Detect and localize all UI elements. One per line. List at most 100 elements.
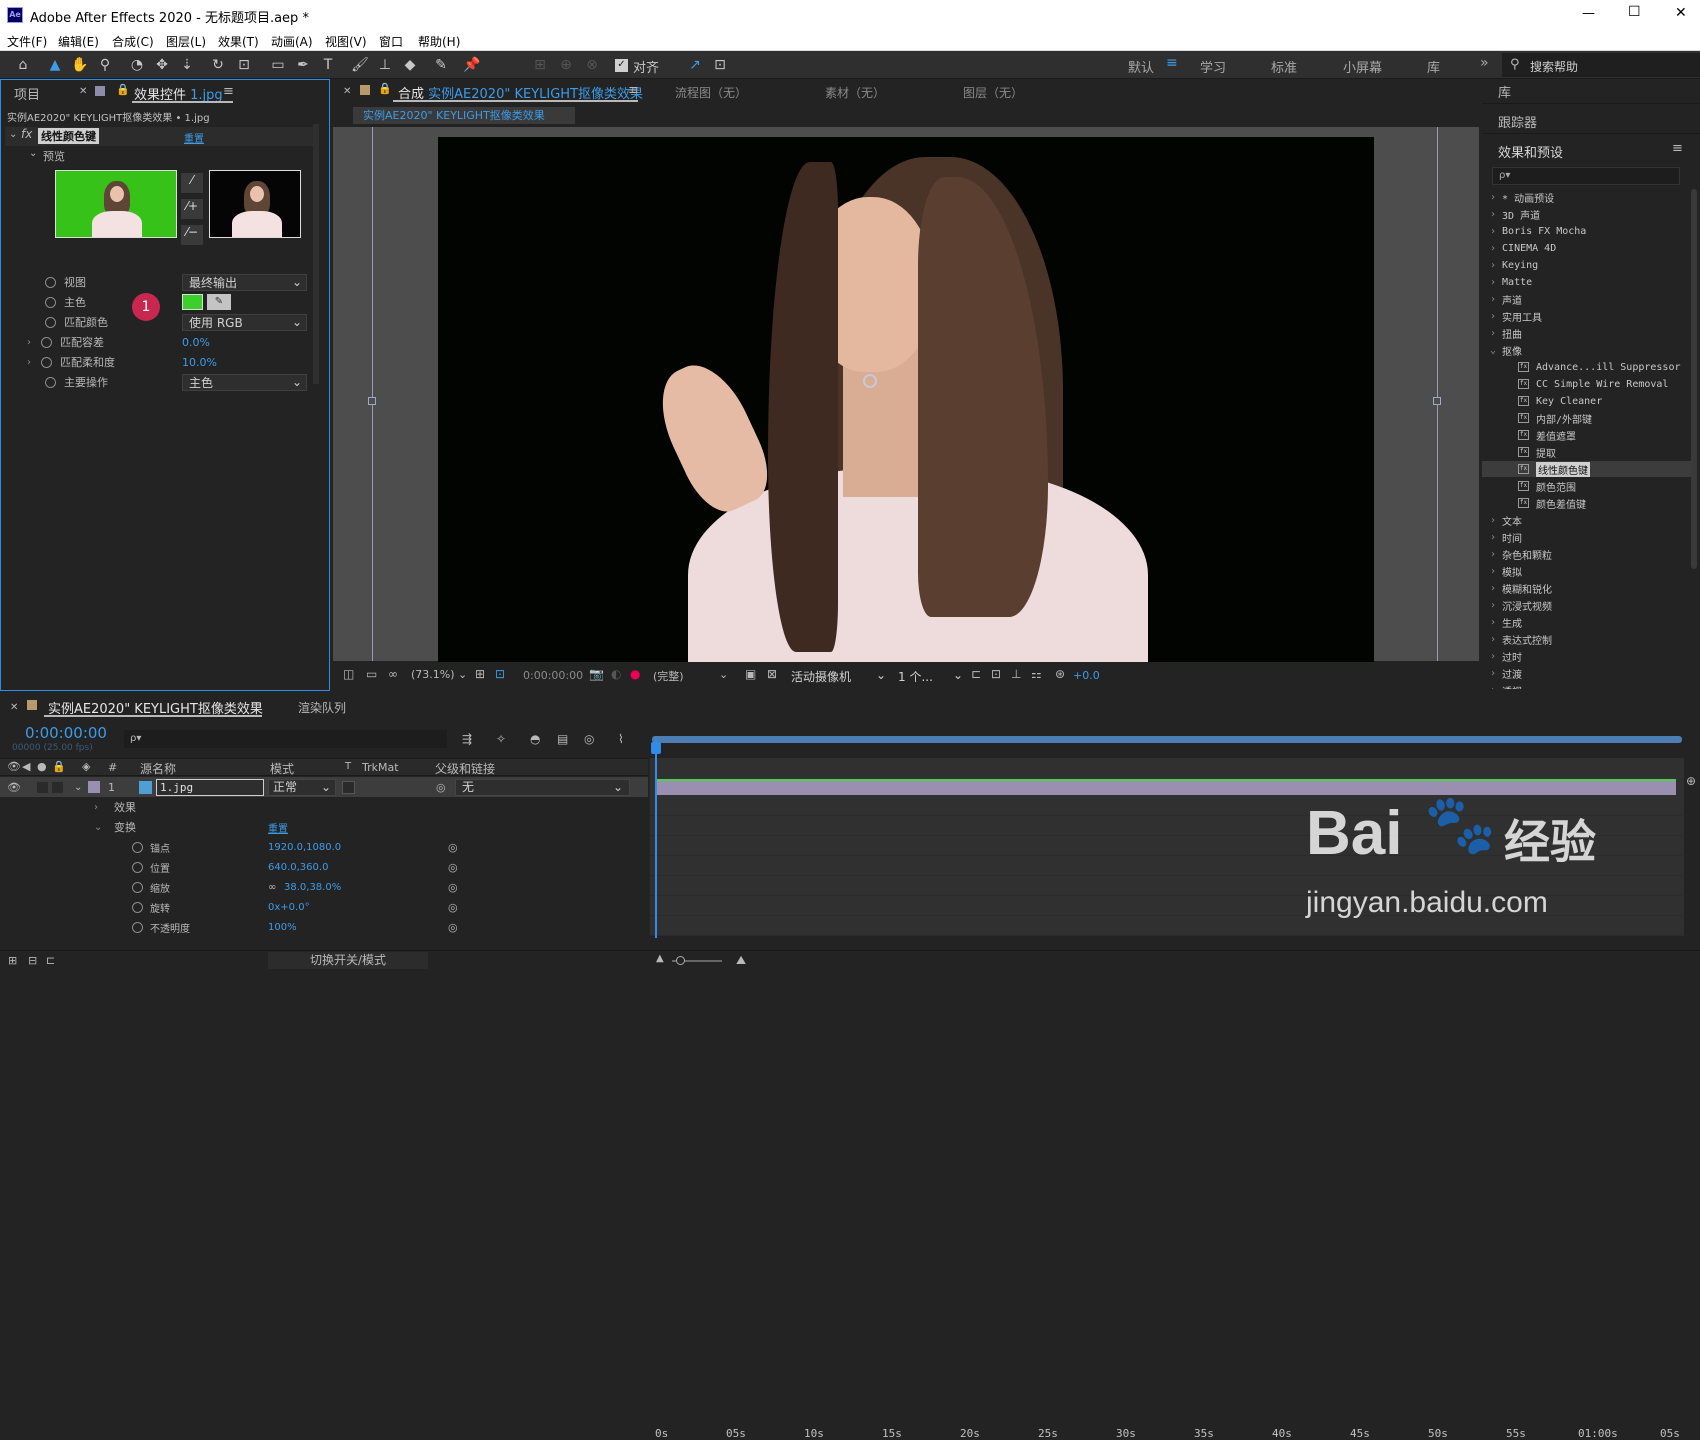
category-generate[interactable]: › 生成 (1490, 614, 1522, 630)
panel-menu-icon[interactable]: ≡ (628, 83, 639, 98)
panel-scrollbar[interactable] (313, 124, 319, 384)
menu-edit[interactable]: 编辑(E) (58, 33, 99, 50)
work-area-bar[interactable] (652, 736, 1682, 743)
comp-flowchart-icon[interactable]: ⊥ (1011, 667, 1021, 681)
reset-exposure-icon[interactable]: ⊛ (1055, 667, 1065, 681)
pen-tool-icon[interactable]: ✒ (293, 55, 313, 75)
parent-dropdown[interactable]: 无 ⌄ (455, 778, 630, 796)
category-immersive-video[interactable]: › 沉浸式视频 (1490, 597, 1552, 613)
audio-icon[interactable]: ◀ (22, 760, 30, 773)
playhead-handle[interactable] (651, 742, 661, 754)
effect-item[interactable]: fx 差值遮罩 (1518, 427, 1576, 443)
fast-preview-icon[interactable]: ▣ (745, 667, 756, 681)
hand-tool-icon[interactable]: ✋ (70, 55, 90, 75)
header-source-name[interactable]: 源名称 (140, 760, 176, 777)
preview-expand-icon[interactable]: ⌄ (29, 148, 37, 159)
category-boris-mocha[interactable]: › Boris FX Mocha (1490, 223, 1586, 239)
exposure-value[interactable]: +0.0 (1073, 669, 1100, 682)
category-keying[interactable]: › Keying (1490, 257, 1538, 273)
category-utility[interactable]: › 实用工具 (1490, 308, 1542, 324)
close-tab-icon[interactable]: ✕ (10, 702, 18, 713)
expand-icon[interactable]: › (27, 357, 31, 368)
home-icon[interactable]: ⌂ (13, 55, 33, 75)
pan-behind-icon[interactable]: ⊡ (234, 55, 254, 75)
workspace-learn[interactable]: 学习 (1200, 57, 1226, 76)
workspace-overflow-icon[interactable]: » (1480, 55, 1489, 71)
transform-reset-link[interactable]: 重置 (268, 820, 288, 835)
effect-item[interactable]: fx CC Simple Wire Removal (1518, 376, 1668, 392)
zoom-in-icon[interactable]: ⛰ (736, 953, 746, 968)
brush-tool-icon[interactable]: 🖌 (350, 55, 370, 75)
key-operation-dropdown[interactable]: 主色 ⌄ (182, 373, 307, 391)
camera-dropdown[interactable]: 活动摄像机 ⌄ (791, 668, 886, 685)
category-time[interactable]: › 时间 (1490, 529, 1522, 545)
collapse-layer-icon[interactable]: ⌄ (74, 782, 82, 793)
tab-flowchart[interactable]: 流程图（无） (675, 84, 747, 101)
stopwatch-icon[interactable] (45, 296, 56, 308)
category-perspective[interactable]: › 透视 (1490, 682, 1522, 690)
pickwhip-icon[interactable]: ◎ (436, 781, 446, 794)
color-eyedropper-button[interactable]: ✎ (207, 294, 231, 310)
zoom-tool-icon[interactable]: ⚲ (95, 55, 115, 75)
comp-subtab[interactable]: 实例AE2020" KEYLIGHT抠像类效果 (353, 107, 575, 124)
fit-icon[interactable]: ⊞ (475, 667, 485, 681)
stopwatch-icon[interactable] (132, 881, 143, 893)
composition-canvas[interactable] (438, 137, 1374, 663)
layer-handle-right[interactable] (1433, 397, 1441, 405)
category-cinema4d[interactable]: › CINEMA 4D (1490, 240, 1556, 256)
category-text[interactable]: › 文本 (1490, 512, 1522, 528)
effect-reset-link[interactable]: 重置 (184, 130, 204, 145)
property-value[interactable]: 640.0,360.0 (268, 862, 328, 873)
minimize-button[interactable]: — (1582, 6, 1595, 21)
transform-group-row[interactable]: ⌄ 变换 重置 (0, 817, 648, 837)
category-transition[interactable]: › 过渡 (1490, 665, 1522, 681)
category-simulation[interactable]: › 模拟 (1490, 563, 1522, 579)
eyedropper-subtract-icon[interactable]: ⁄− (181, 225, 203, 245)
property-value[interactable]: 1920.0,1080.0 (268, 842, 341, 853)
mode-dropdown[interactable]: 正常 ⌄ (268, 778, 336, 796)
layer-row[interactable]: 👁 ⌄ 1 1.jpg 正常 ⌄ ◎ 无 ⌄ (0, 777, 648, 797)
graph-editor-icon[interactable]: ⌇ (618, 732, 624, 746)
snap-edge-icon[interactable]: ↗ (685, 55, 705, 75)
tab-footage[interactable]: 素材（无） (825, 84, 885, 101)
category-expression-controls[interactable]: › 表达式控制 (1490, 631, 1552, 647)
close-tab-icon[interactable]: ✕ (79, 86, 87, 97)
property-value[interactable]: 100% (268, 922, 297, 933)
key-color-swatch[interactable] (182, 294, 203, 310)
tracker-panel-title[interactable]: 跟踪器 (1498, 112, 1537, 131)
type-tool-icon[interactable]: T (318, 55, 338, 75)
category-keying-expanded[interactable]: ⌄ 抠像 (1490, 342, 1522, 358)
eye-icon[interactable]: 👁 (7, 760, 21, 773)
category-animation-presets[interactable]: › * 动画预设 (1490, 189, 1554, 205)
layer-search-input[interactable]: ρ▾ (124, 730, 447, 748)
workspace-default[interactable]: 默认 (1128, 57, 1154, 76)
current-time[interactable]: 0:00:00:00 (523, 669, 583, 682)
lock-icon[interactable]: 🔒 (378, 82, 392, 95)
effects-presets-title[interactable]: 效果和预设 (1498, 142, 1563, 161)
rectangle-tool-icon[interactable]: ▭ (268, 55, 288, 75)
effect-item-selected[interactable]: fx 线性颜色键 (1518, 461, 1590, 477)
collapse-effect-icon[interactable]: ⌄ (9, 129, 17, 140)
comp-mini-flowchart-icon[interactable]: ⇶ (462, 732, 472, 746)
always-preview-icon[interactable]: ◫ (343, 667, 354, 681)
transparency-grid-icon[interactable]: ⊠ (767, 667, 777, 681)
comp-button-icon[interactable]: ⊕ (1686, 774, 1696, 788)
effects-search-input[interactable]: ρ▾ (1492, 167, 1680, 185)
category-noise-grain[interactable]: › 杂色和颗粒 (1490, 546, 1552, 562)
eyedropper-icon[interactable]: ⁄ (181, 173, 203, 193)
stopwatch-icon[interactable] (132, 861, 143, 873)
dolly-camera-icon[interactable]: ⇣ (177, 55, 197, 75)
playhead[interactable] (655, 738, 657, 938)
snapshot-icon[interactable]: 📷 (589, 667, 604, 681)
trkmat-checkbox[interactable] (342, 780, 355, 794)
menu-layer[interactable]: 图层(L) (166, 33, 206, 50)
tolerance-value[interactable]: 0.0% (182, 336, 210, 349)
in-out-icon[interactable]: ⊏ (46, 954, 55, 967)
view-dropdown[interactable]: 最终输出 ⌄ (182, 273, 307, 291)
snap-grid-icon[interactable]: ⊡ (710, 55, 730, 75)
timeline-timecode[interactable]: 0:00:00:00 (25, 724, 107, 742)
property-value[interactable]: 0x+0.0° (268, 902, 310, 913)
category-channel[interactable]: › 声道 (1490, 291, 1522, 307)
close-button[interactable]: ✕ (1675, 5, 1687, 21)
effect-item[interactable]: fx 提取 (1518, 444, 1556, 460)
